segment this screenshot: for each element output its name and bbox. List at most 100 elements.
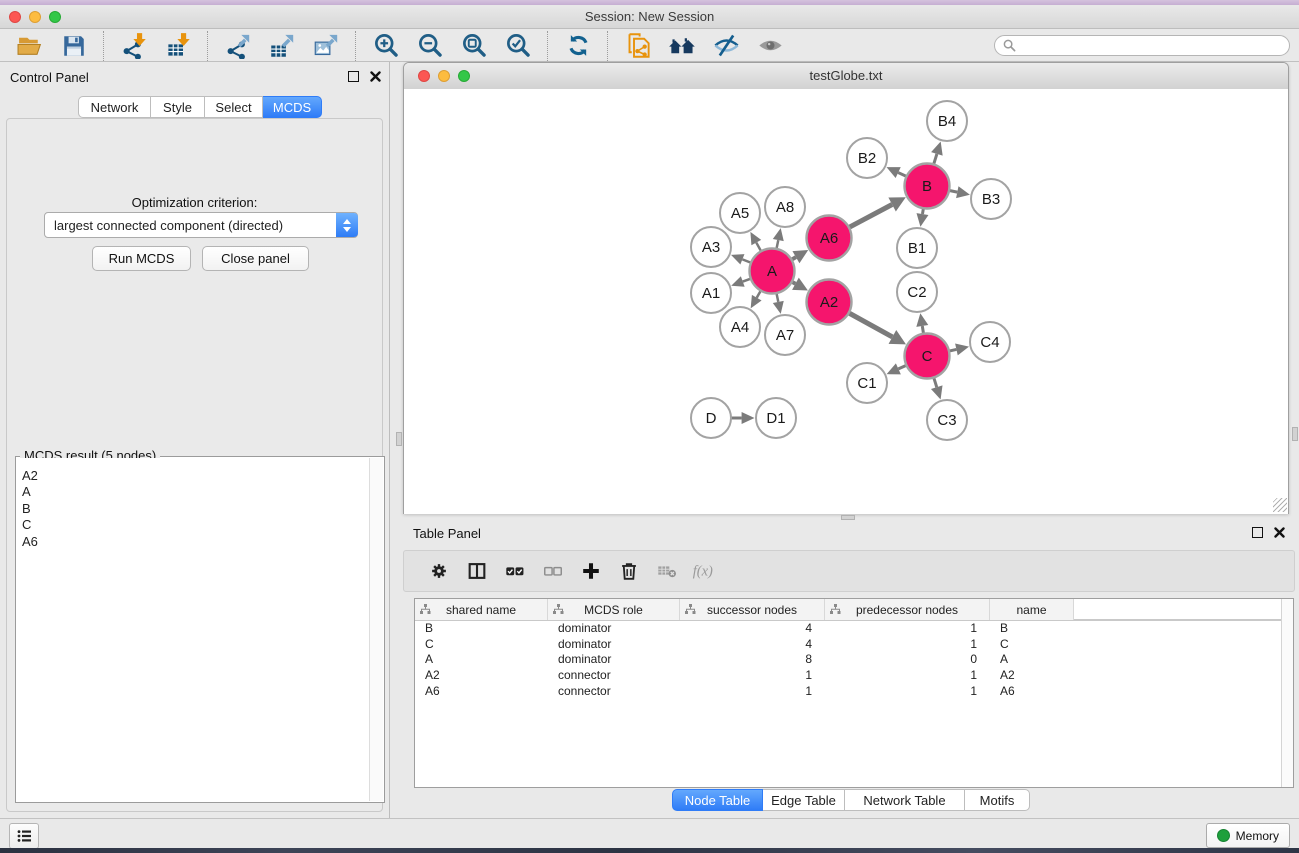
table-cell[interactable]: 1 [680,684,825,698]
home-icon[interactable] [667,32,697,60]
table-cell[interactable]: 1 [825,684,990,698]
graph-node-C1[interactable]: C1 [847,363,887,403]
graph-node-C[interactable]: C [905,334,950,379]
zoom-in-icon[interactable] [371,32,401,60]
table-cell[interactable]: 1 [825,637,990,651]
network-minimize-icon[interactable] [438,70,450,82]
export-network-icon[interactable] [223,32,253,60]
graph-node-D[interactable]: D [691,398,731,438]
resize-grip[interactable] [1273,498,1287,512]
graph-node-B4[interactable]: B4 [927,101,967,141]
table-cell[interactable]: B [990,621,1074,635]
graph-node-A5[interactable]: A5 [720,193,760,233]
table-row[interactable]: A6connector11A6 [415,683,1282,699]
table-cell[interactable]: 1 [825,621,990,635]
network-window-titlebar[interactable] [404,63,1288,90]
table-cell[interactable]: dominator [548,652,680,666]
split-columns-icon[interactable] [464,558,490,584]
select-all-icon[interactable] [502,558,528,584]
network-close-icon[interactable] [418,70,430,82]
column-header-MCDS-role[interactable]: MCDS role [548,599,680,620]
search-input[interactable] [1016,38,1281,54]
tab-node-table[interactable]: Node Table [672,789,763,811]
node-table-scrollbar[interactable] [1281,599,1293,787]
delete-column-icon[interactable] [616,558,642,584]
tab-motifs[interactable]: Motifs [965,789,1030,811]
graph-node-A2[interactable]: A2 [807,280,852,325]
table-cell[interactable]: A2 [415,668,548,682]
mcds-result-item[interactable]: A6 [22,534,370,550]
graph-node-A6[interactable]: A6 [807,216,852,261]
table-cell[interactable]: A6 [990,684,1074,698]
close-table-panel-icon[interactable] [1274,527,1285,538]
column-header-name[interactable]: name [990,599,1074,620]
close-panel-icon[interactable] [370,71,381,82]
table-cell[interactable]: 4 [680,637,825,651]
maximize-window-icon[interactable] [49,11,61,23]
close-panel-button[interactable]: Close panel [202,246,309,271]
export-table-icon[interactable] [267,32,297,60]
export-image-icon[interactable] [311,32,341,60]
table-cell[interactable]: 1 [825,668,990,682]
tab-network-table[interactable]: Network Table [845,789,965,811]
app-titlebar[interactable] [0,5,1299,29]
mcds-result-list[interactable]: A2ABCA6 [17,458,370,801]
tab-edge-table[interactable]: Edge Table [763,789,845,811]
table-cell[interactable]: 0 [825,652,990,666]
table-cell[interactable]: C [415,637,548,651]
optimization-criterion-dropdown[interactable]: largest connected component (directed) [44,212,358,238]
tab-select[interactable]: Select [205,96,263,118]
zoom-selected-icon[interactable] [503,32,533,60]
graph-node-C4[interactable]: C4 [970,322,1010,362]
network-canvas[interactable]: AA1A2A3A4A5A6A7A8BB1B2B3B4CC1C2C3C4DD1 [404,89,1288,514]
desktop-scroll-thumb-right[interactable] [1292,427,1298,441]
add-column-icon[interactable] [578,558,604,584]
run-mcds-button[interactable]: Run MCDS [92,246,191,271]
table-row[interactable]: A2connector11A2 [415,667,1282,683]
graph-node-D1[interactable]: D1 [756,398,796,438]
graph-node-C2[interactable]: C2 [897,272,937,312]
column-header-successor-nodes[interactable]: successor nodes [680,599,825,620]
function-icon[interactable]: f(x) [692,558,718,584]
tab-network[interactable]: Network [78,96,151,118]
eye-slash-icon[interactable] [711,32,741,60]
table-cell[interactable]: A6 [415,684,548,698]
gear-icon[interactable] [426,558,452,584]
mcds-result-item[interactable]: C [22,517,370,533]
zoom-fit-icon[interactable] [459,32,489,60]
table-cell[interactable]: connector [548,668,680,682]
deselect-all-icon[interactable] [540,558,566,584]
search-field[interactable] [994,35,1290,56]
refresh-icon[interactable] [563,32,593,60]
table-cell[interactable]: 1 [680,668,825,682]
save-session-icon[interactable] [59,32,89,60]
table-row[interactable]: Bdominator41B [415,620,1282,636]
graph-node-B[interactable]: B [905,164,950,209]
table-cell[interactable]: C [990,637,1074,651]
mcds-result-item[interactable]: A2 [22,468,370,484]
graph-node-A4[interactable]: A4 [720,307,760,347]
column-header-predecessor-nodes[interactable]: predecessor nodes [825,599,990,620]
graph-node-C3[interactable]: C3 [927,400,967,440]
network-maximize-icon[interactable] [458,70,470,82]
import-network-icon[interactable] [119,32,149,60]
table-row[interactable]: Cdominator41C [415,636,1282,652]
table-cell[interactable]: A2 [990,668,1074,682]
memory-button[interactable]: Memory [1206,823,1290,848]
graph-node-B2[interactable]: B2 [847,138,887,178]
eye-icon[interactable] [755,32,785,60]
table-cell[interactable]: connector [548,684,680,698]
zoom-out-icon[interactable] [415,32,445,60]
tab-mcds[interactable]: MCDS [263,96,322,118]
mcds-result-scrollbar[interactable] [369,458,383,801]
graph-edge-A6-B[interactable] [848,205,892,228]
graph-node-B1[interactable]: B1 [897,228,937,268]
float-panel-icon[interactable] [348,71,359,82]
open-session-icon[interactable] [15,32,45,60]
mcds-result-item[interactable]: B [22,501,370,517]
table-cell[interactable]: dominator [548,621,680,635]
float-table-panel-icon[interactable] [1252,527,1263,538]
graph-node-B3[interactable]: B3 [971,179,1011,219]
table-cell[interactable]: A [990,652,1074,666]
import-table-icon[interactable] [163,32,193,60]
